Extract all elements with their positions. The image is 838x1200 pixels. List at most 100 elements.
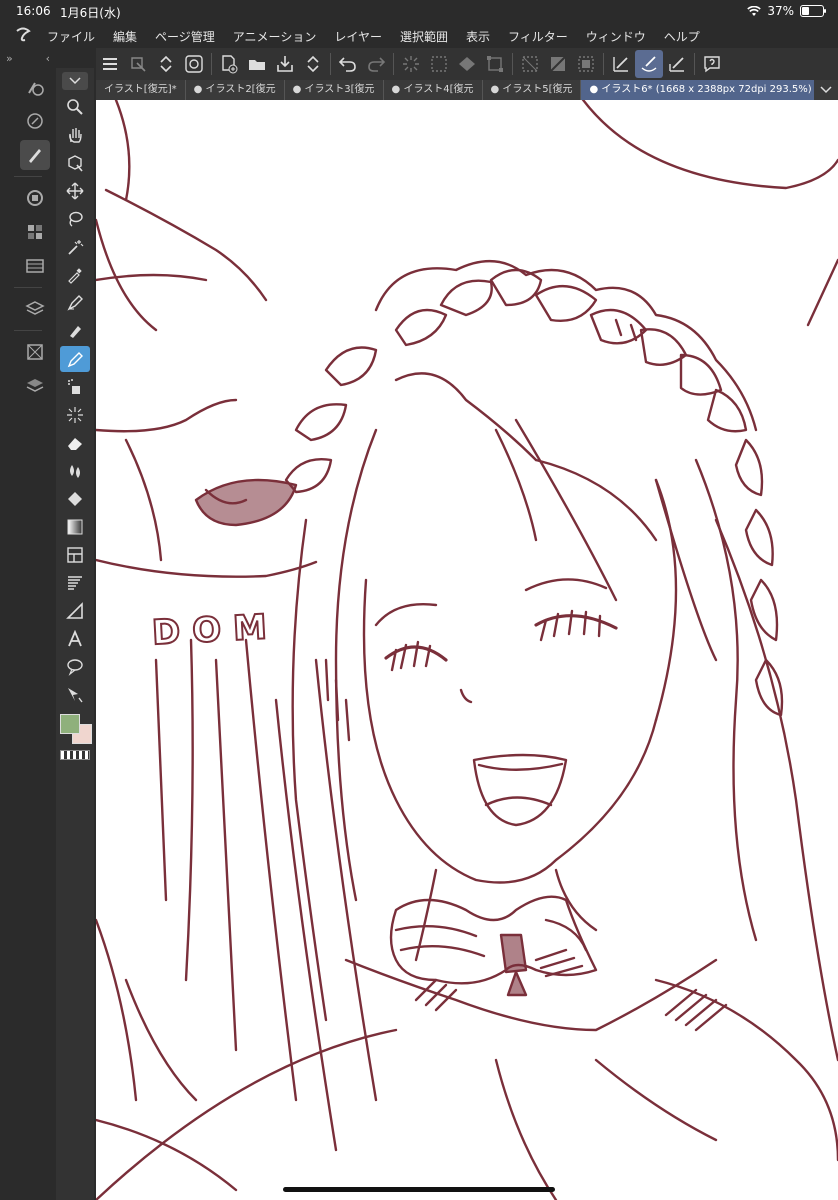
- command-bar: [96, 48, 838, 80]
- toolbar-divider: [211, 53, 212, 75]
- tab-illustration-5[interactable]: ● イラスト5[復元: [483, 80, 582, 100]
- brush-tool-icon[interactable]: [60, 346, 90, 372]
- airbrush-tool-icon[interactable]: [60, 374, 90, 400]
- color-swatches: [57, 714, 93, 748]
- document-tab-bar: イラスト[復元]* ● イラスト2[復元 ● イラスト3[復元 ● イラスト4[…: [96, 80, 838, 100]
- home-indicator[interactable]: [283, 1187, 555, 1192]
- tab-illustration-1[interactable]: イラスト[復元]*: [96, 80, 186, 100]
- menu-selection[interactable]: 選択範囲: [391, 28, 457, 45]
- hand-tool-icon[interactable]: [60, 122, 90, 148]
- eraser-tool-icon[interactable]: [60, 430, 90, 456]
- tab-illustration-4[interactable]: ● イラスト4[復元: [384, 80, 483, 100]
- color-circle-icon[interactable]: [20, 183, 50, 213]
- drawn-lettering: DOM: [150, 606, 281, 655]
- app-logo-icon[interactable]: [8, 26, 38, 46]
- gradient-tool-icon[interactable]: [60, 514, 90, 540]
- toolbar-divider: [330, 53, 331, 75]
- object-tool-icon[interactable]: [60, 150, 90, 176]
- app-settings-icon[interactable]: [124, 50, 152, 78]
- dock-divider: [14, 287, 42, 288]
- deselect-icon[interactable]: [516, 50, 544, 78]
- tab-illustration-6[interactable]: ● イラスト6* (1668 x 2388px 72dpi 293.5%): [581, 80, 821, 100]
- snap-grid-icon[interactable]: [663, 50, 691, 78]
- toolbar-divider: [393, 53, 394, 75]
- navigator-icon[interactable]: [20, 106, 50, 136]
- magic-wand-icon[interactable]: [60, 234, 90, 260]
- transparent-color-swatch[interactable]: [60, 750, 90, 760]
- save-icon[interactable]: [271, 50, 299, 78]
- expand-selection-icon[interactable]: [572, 50, 600, 78]
- sort-arrows-icon[interactable]: [152, 50, 180, 78]
- dock-divider: [14, 330, 42, 331]
- pencil-tool-icon[interactable]: [60, 318, 90, 344]
- tool-panel-menu-icon[interactable]: [62, 72, 88, 90]
- menu-filter[interactable]: フィルター: [499, 28, 577, 45]
- figure-tool-icon[interactable]: [60, 598, 90, 624]
- drawing-canvas[interactable]: DOM: [96, 100, 838, 1200]
- toolbar-divider: [512, 53, 513, 75]
- snap-ruler-icon[interactable]: [607, 50, 635, 78]
- snap-special-ruler-icon[interactable]: [635, 50, 663, 78]
- transform-icon[interactable]: [481, 50, 509, 78]
- menu-list-icon[interactable]: [96, 50, 124, 78]
- decoration-tool-icon[interactable]: [60, 402, 90, 428]
- material-icon[interactable]: [20, 337, 50, 367]
- menu-edit[interactable]: 編集: [104, 28, 146, 45]
- tab-illustration-2[interactable]: ● イラスト2[復元: [186, 80, 285, 100]
- toolbar-divider: [694, 53, 695, 75]
- menu-file[interactable]: ファイル: [38, 28, 104, 45]
- left-palette-dock: » ‹: [0, 48, 56, 1200]
- layer-property-icon[interactable]: [20, 294, 50, 324]
- dock-divider: [14, 176, 42, 177]
- help-icon[interactable]: [698, 50, 726, 78]
- menu-animation[interactable]: アニメーション: [224, 28, 326, 45]
- dock-header: » ‹: [0, 48, 56, 68]
- balloon-tool-icon[interactable]: [60, 654, 90, 680]
- wifi-icon: [747, 5, 762, 16]
- menu-view[interactable]: 表示: [457, 28, 499, 45]
- frame-border-tool-icon[interactable]: [60, 542, 90, 568]
- open-folder-icon[interactable]: [243, 50, 271, 78]
- menu-bar: ファイル 編集 ページ管理 アニメーション レイヤー 選択範囲 表示 フィルター…: [0, 24, 838, 48]
- new-file-icon[interactable]: [215, 50, 243, 78]
- fill-selection-icon[interactable]: [453, 50, 481, 78]
- invert-selection-icon[interactable]: [544, 50, 572, 78]
- lasso-tool-icon[interactable]: [60, 206, 90, 232]
- ruler-tool-icon[interactable]: [60, 570, 90, 596]
- toolbar-divider: [603, 53, 604, 75]
- eyedropper-icon[interactable]: [60, 262, 90, 288]
- redo-icon[interactable]: [362, 50, 390, 78]
- menu-page[interactable]: ページ管理: [146, 28, 224, 45]
- timeline-icon[interactable]: [20, 251, 50, 281]
- clear-icon[interactable]: [425, 50, 453, 78]
- pen-tool-icon[interactable]: [60, 290, 90, 316]
- fill-tool-icon[interactable]: [60, 486, 90, 512]
- battery-icon: [800, 5, 826, 17]
- undo-icon[interactable]: [334, 50, 362, 78]
- loading-icon[interactable]: [397, 50, 425, 78]
- menu-layer[interactable]: レイヤー: [325, 28, 391, 45]
- battery-percent: 37%: [767, 4, 794, 18]
- text-tool-icon[interactable]: [60, 626, 90, 652]
- color-set-icon[interactable]: [20, 217, 50, 247]
- companion-mode-icon[interactable]: [180, 50, 208, 78]
- blend-tool-icon[interactable]: [60, 458, 90, 484]
- dock-expand-icon[interactable]: »: [6, 52, 13, 65]
- main-color-swatch[interactable]: [60, 714, 80, 734]
- status-time: 16:06: [16, 4, 51, 18]
- correct-line-tool-icon[interactable]: [60, 682, 90, 708]
- battery-fill: [802, 7, 809, 15]
- zoom-tool-icon[interactable]: [60, 94, 90, 120]
- menu-window[interactable]: ウィンドウ: [577, 28, 655, 45]
- menu-help[interactable]: ヘルプ: [655, 28, 709, 45]
- brush-size-icon[interactable]: [20, 72, 50, 102]
- tab-illustration-3[interactable]: ● イラスト3[復元: [285, 80, 384, 100]
- status-right: 37%: [747, 4, 826, 18]
- tab-list-chevron-icon[interactable]: [814, 80, 838, 100]
- dock-collapse-icon[interactable]: ‹: [46, 52, 50, 65]
- layers-icon[interactable]: [20, 371, 50, 401]
- brush-palette-icon[interactable]: [20, 140, 50, 170]
- tool-panel: [56, 68, 94, 1200]
- expand-arrows-icon[interactable]: [299, 50, 327, 78]
- move-tool-icon[interactable]: [60, 178, 90, 204]
